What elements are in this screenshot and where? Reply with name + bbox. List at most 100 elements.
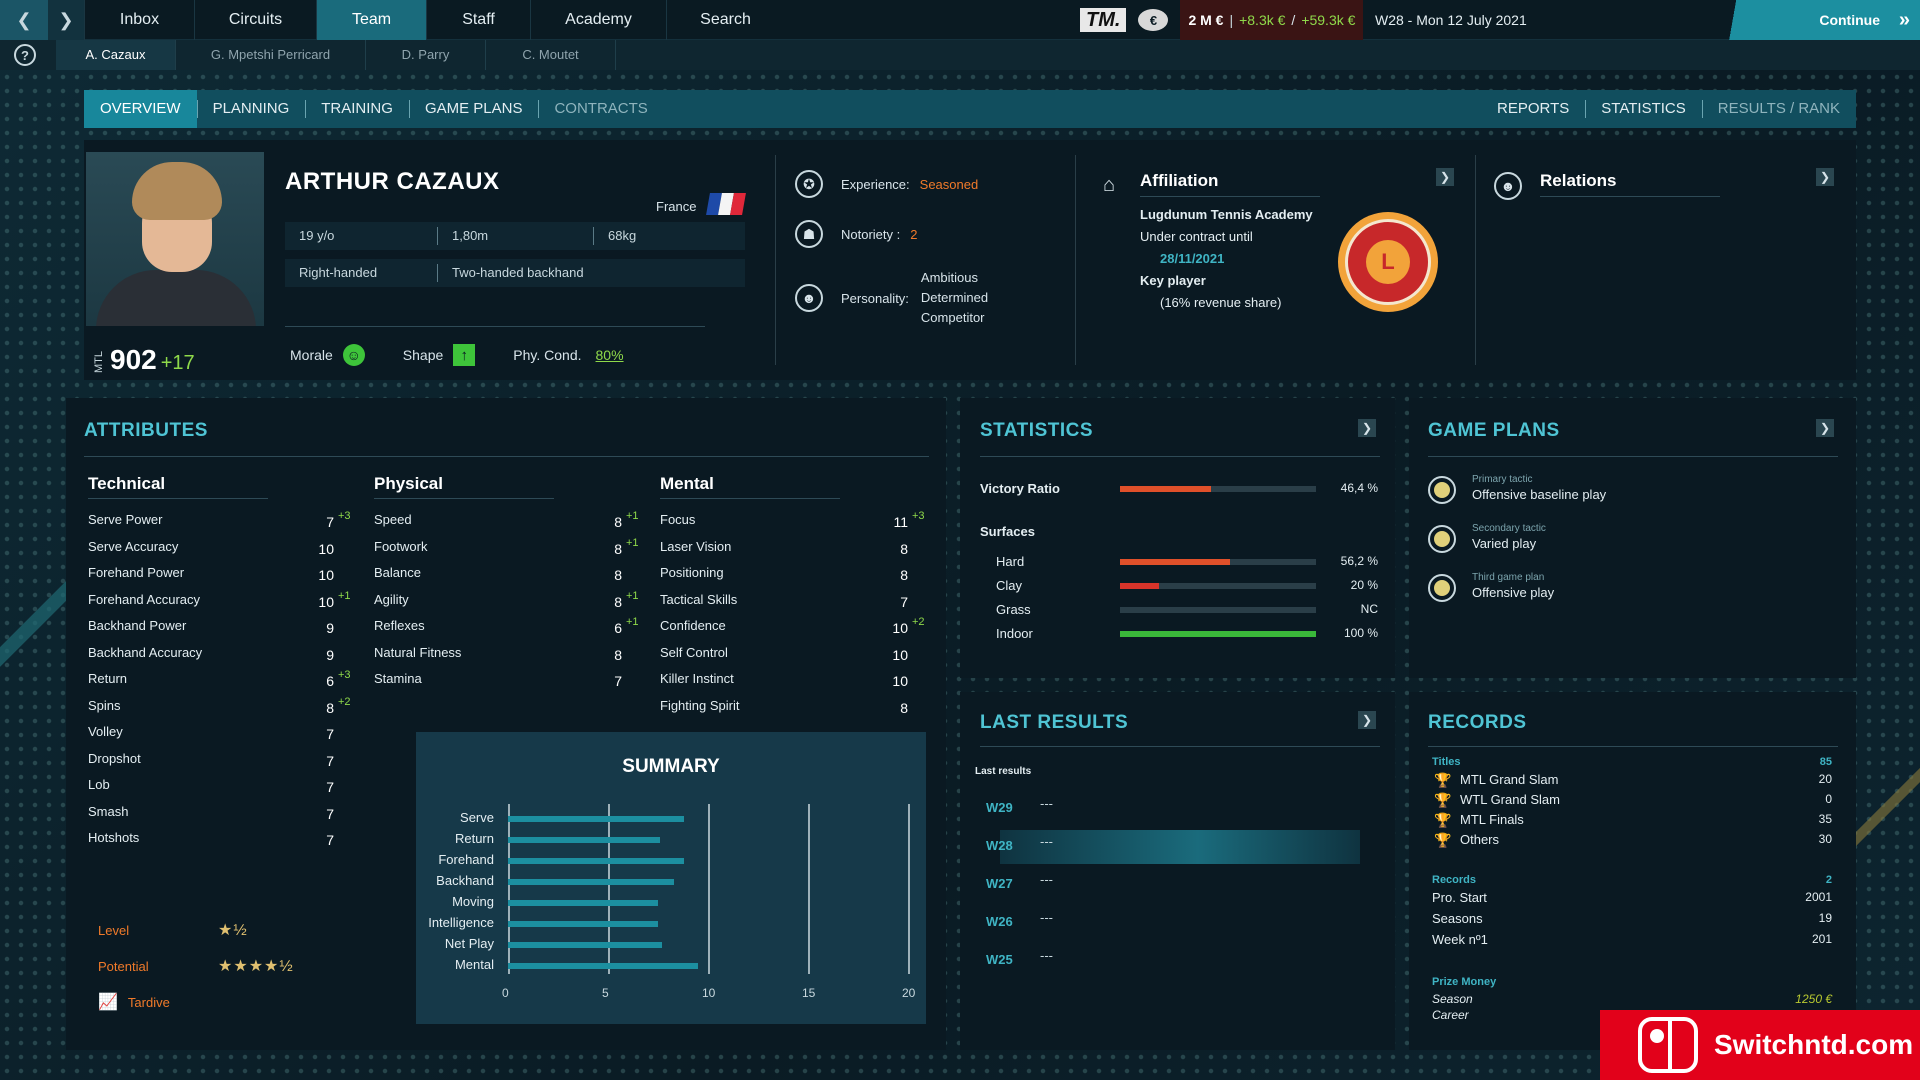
tabs-right: REPORTS STATISTICS RESULTS / RANK	[1481, 90, 1856, 128]
attribute-name: Smash	[88, 803, 129, 819]
player-tab[interactable]: D. Parry	[366, 40, 486, 70]
result-week[interactable]: W26	[986, 914, 1013, 929]
summary-gridline	[908, 804, 910, 974]
attribute-value: 7	[326, 832, 334, 848]
tab-contracts[interactable]: CONTRACTS	[538, 90, 663, 128]
divider	[88, 498, 268, 499]
attribute-name: Backhand Accuracy	[88, 644, 203, 660]
tardive-label: Tardive	[127, 994, 170, 1010]
nav-team[interactable]: Team	[316, 0, 426, 40]
nav-circuits[interactable]: Circuits	[194, 0, 316, 40]
tab-overview[interactable]: OVERVIEW	[84, 90, 197, 128]
personality-label: Personality:	[841, 290, 909, 306]
tactic-icon[interactable]	[1428, 525, 1456, 553]
player-tab[interactable]: A. Cazaux	[56, 40, 176, 70]
building-icon: ⌂	[1102, 173, 1116, 196]
result-week[interactable]: W25	[986, 952, 1013, 967]
tactic-name[interactable]: Varied play	[1472, 536, 1536, 551]
title-count: 20	[1818, 772, 1832, 786]
attribute-value: 10	[892, 620, 908, 636]
tactic-icon[interactable]	[1428, 476, 1456, 504]
attribute-value: 8	[614, 514, 622, 530]
attribute-name: Forehand Accuracy	[88, 591, 201, 607]
relations-arrow-icon[interactable]: ❯	[1816, 168, 1834, 186]
continue-button[interactable]: Continue »	[1715, 0, 1920, 40]
player-tab[interactable]: G. Mpetshi Perricard	[176, 40, 366, 70]
attribute-name: Return	[88, 671, 128, 686]
technical-title: Technical	[88, 474, 166, 493]
divider	[1428, 746, 1838, 747]
attribute-value: 8	[614, 593, 622, 610]
divider	[84, 456, 929, 457]
attribute-name: Backhand Power	[88, 618, 187, 633]
result-week[interactable]: W27	[986, 876, 1013, 891]
surface-bar	[1120, 559, 1231, 565]
divider	[374, 498, 554, 499]
season-label: Season	[1432, 992, 1473, 1006]
player-height: 1,80m	[437, 227, 593, 245]
last-results-arrow-icon[interactable]: ❯	[1358, 711, 1376, 729]
attribute-value: 6	[326, 673, 334, 689]
mtl-label: MTL	[93, 351, 105, 373]
attribute-bonus: +1	[626, 616, 639, 628]
attribute-name: Focus	[660, 512, 696, 527]
forward-arrow-icon[interactable]: ❯	[48, 0, 84, 40]
nav-staff[interactable]: Staff	[426, 0, 530, 40]
extra-income: +59.3k €	[1301, 12, 1356, 28]
surface-track	[1120, 607, 1316, 613]
history-nav: ❮ ❯	[0, 0, 84, 40]
tab-reports[interactable]: REPORTS	[1481, 90, 1585, 128]
personality-item: Competitor	[920, 310, 985, 325]
result-value: ---	[1040, 948, 1053, 963]
attribute-bonus: +3	[912, 510, 925, 522]
surfaces-label: Surfaces	[980, 524, 1035, 539]
attribute-value: 7	[326, 805, 334, 822]
tactic-name[interactable]: Offensive baseline play	[1472, 487, 1606, 502]
potential-row: Potential ★★★★½	[98, 956, 294, 976]
personality-item: Ambitious	[920, 270, 978, 285]
physical-title: Physical	[374, 474, 443, 493]
back-arrow-icon[interactable]: ❮	[0, 0, 48, 40]
result-value: ---	[1040, 910, 1053, 925]
switch-logo-icon	[1638, 1017, 1698, 1073]
attribute-name: Serve Power	[88, 512, 163, 527]
attribute-value: 8	[900, 567, 908, 583]
title-count: 30	[1818, 832, 1832, 846]
potential-label: Potential	[98, 958, 149, 974]
attribute-name: Hotshots	[88, 830, 140, 845]
tab-game-plans[interactable]: GAME PLANS	[408, 90, 539, 128]
trophy-icon: 🏆	[1434, 772, 1452, 788]
nav-search[interactable]: Search	[666, 0, 784, 40]
tab-statistics[interactable]: STATISTICS	[1585, 90, 1701, 128]
result-value: ---	[1040, 834, 1053, 849]
watermark-text: Switchntd.com	[1714, 1029, 1914, 1060]
victory-ratio-bar	[1120, 486, 1211, 492]
victory-ratio-label: Victory Ratio	[980, 481, 1060, 496]
game-plans-arrow-icon[interactable]: ❯	[1816, 419, 1834, 437]
nav-inbox[interactable]: Inbox	[84, 0, 194, 40]
player-role: Key player	[1140, 273, 1206, 288]
academy-logo-mark: L	[1366, 240, 1410, 284]
surface-name: Grass	[996, 602, 1031, 617]
attribute-bonus: +1	[338, 589, 351, 602]
notoriety-value: 2	[910, 226, 918, 242]
nav-academy[interactable]: Academy	[530, 0, 666, 40]
tab-planning[interactable]: PLANNING	[196, 90, 306, 128]
tab-results-rank[interactable]: RESULTS / RANK	[1701, 90, 1856, 128]
income-separator: /	[1291, 12, 1296, 28]
help-icon[interactable]: ?	[14, 44, 36, 66]
tactic-name[interactable]: Offensive play	[1472, 585, 1554, 600]
result-week[interactable]: W28	[986, 838, 1013, 853]
result-week[interactable]: W29	[986, 800, 1013, 815]
tactic-icon[interactable]	[1428, 574, 1456, 602]
attribute-value: 8	[326, 699, 334, 716]
player-tab[interactable]: C. Moutet	[486, 40, 616, 70]
attribute-value: 8	[614, 540, 622, 557]
statistics-arrow-icon[interactable]: ❯	[1358, 419, 1376, 437]
tab-training[interactable]: TRAINING	[305, 90, 409, 128]
affiliation-arrow-icon[interactable]: ❯	[1436, 168, 1454, 186]
finance-box[interactable]: 2 M € | +8.3k € / +59.3k €	[1180, 0, 1364, 40]
summary-gridline	[708, 804, 710, 974]
summary-gridline	[808, 804, 810, 974]
tm-logo: TM.	[1080, 8, 1127, 32]
